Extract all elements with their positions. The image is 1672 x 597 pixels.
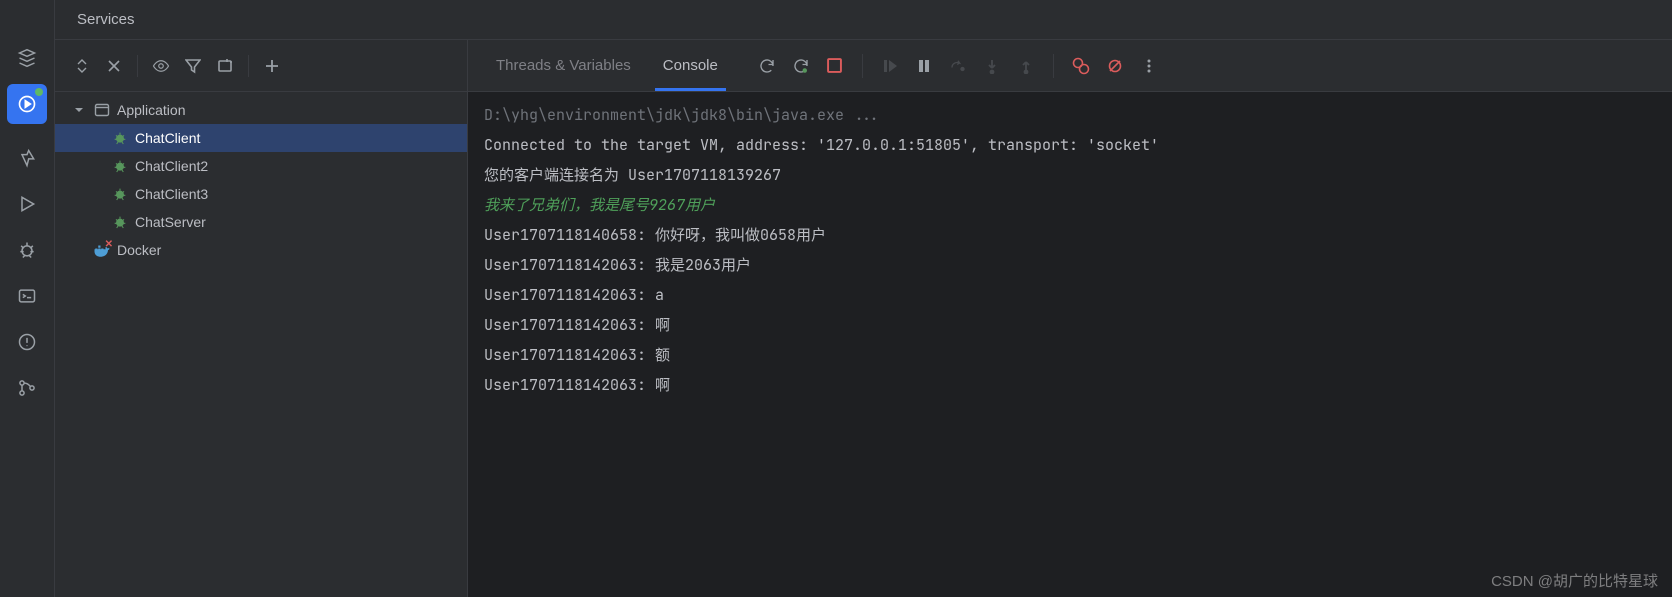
bug-icon (111, 213, 129, 231)
console-line: 我来了兄弟们，我是尾号9267用户 (484, 195, 715, 215)
more-icon[interactable] (1134, 51, 1164, 81)
tab-threads[interactable]: Threads & Variables (482, 40, 645, 91)
bug-icon (111, 129, 129, 147)
console-line: User1707118142063: a (484, 285, 664, 305)
console-line: 您的客户端连接名为 User1707118139267 (484, 165, 781, 185)
panel-title-bar: Services (55, 0, 1672, 40)
bug-icon (111, 185, 129, 203)
tree-node-docker[interactable]: ✕ Docker (55, 236, 467, 264)
tree-toolbar (55, 40, 467, 92)
tab-console[interactable]: Console (649, 40, 732, 91)
tree-label: ChatServer (135, 214, 206, 230)
panel-title: Services (77, 11, 135, 28)
application-icon (93, 101, 111, 119)
services-tree-panel: Application ChatClient ChatClient2 (55, 40, 468, 597)
close-icon[interactable] (99, 51, 129, 81)
console-line: D:\yhg\environment\jdk\jdk8\bin\java.exe… (484, 105, 880, 125)
tab-label: Threads & Variables (496, 57, 631, 74)
bug-icon (111, 157, 129, 175)
console-line: User1707118142063: 我是2063用户 (484, 255, 751, 275)
show-icon[interactable] (146, 51, 176, 81)
run-panel: Threads & Variables Console (468, 40, 1672, 597)
problems-icon[interactable] (7, 322, 47, 362)
tree-node-chatclient[interactable]: ChatClient (55, 124, 467, 152)
tree-label: ChatClient3 (135, 186, 208, 202)
console-line: User1707118140658: 你好呀，我叫做0658用户 (484, 225, 826, 245)
tree-label: Application (117, 102, 186, 118)
services-tool-icon[interactable] (7, 84, 47, 124)
tree-label: ChatClient (135, 130, 200, 146)
step-out-icon[interactable] (1011, 51, 1041, 81)
step-over-icon[interactable] (943, 51, 973, 81)
vcs-icon[interactable] (7, 368, 47, 408)
expand-all-icon[interactable] (67, 51, 97, 81)
tree-node-chatclient2[interactable]: ChatClient2 (55, 152, 467, 180)
tab-label: Console (663, 57, 718, 74)
step-into-icon[interactable] (977, 51, 1007, 81)
left-tool-strip (0, 0, 55, 597)
rerun-icon[interactable] (752, 51, 782, 81)
tree-label: ChatClient2 (135, 158, 208, 174)
view-breakpoints-icon[interactable] (1066, 51, 1096, 81)
console-line: User1707118142063: 额 (484, 345, 670, 365)
filter-icon[interactable] (178, 51, 208, 81)
build-icon[interactable] (7, 138, 47, 178)
layout-icon[interactable] (210, 51, 240, 81)
console-line: User1707118142063: 啊 (484, 315, 670, 335)
pause-icon[interactable] (909, 51, 939, 81)
database-icon[interactable] (7, 38, 47, 78)
console-output[interactable]: D:\yhg\environment\jdk\jdk8\bin\java.exe… (468, 92, 1672, 597)
tree-node-chatclient3[interactable]: ChatClient3 (55, 180, 467, 208)
run-toolbar: Threads & Variables Console (468, 40, 1672, 92)
console-line: Connected to the target VM, address: '12… (484, 135, 1159, 155)
tree-node-chatserver[interactable]: ChatServer (55, 208, 467, 236)
terminal-icon[interactable] (7, 276, 47, 316)
docker-icon: ✕ (93, 241, 111, 259)
resume-icon[interactable] (875, 51, 905, 81)
console-line: User1707118142063: 啊 (484, 375, 670, 395)
run-icon[interactable] (7, 184, 47, 224)
stop-button[interactable] (820, 51, 850, 81)
add-icon[interactable] (257, 51, 287, 81)
tree-node-application[interactable]: Application (55, 96, 467, 124)
chevron-down-icon (71, 104, 87, 116)
rerun-debug-icon[interactable] (786, 51, 816, 81)
debug-icon[interactable] (7, 230, 47, 270)
tree-label: Docker (117, 242, 161, 258)
mute-breakpoints-icon[interactable] (1100, 51, 1130, 81)
services-tree: Application ChatClient ChatClient2 (55, 92, 467, 597)
